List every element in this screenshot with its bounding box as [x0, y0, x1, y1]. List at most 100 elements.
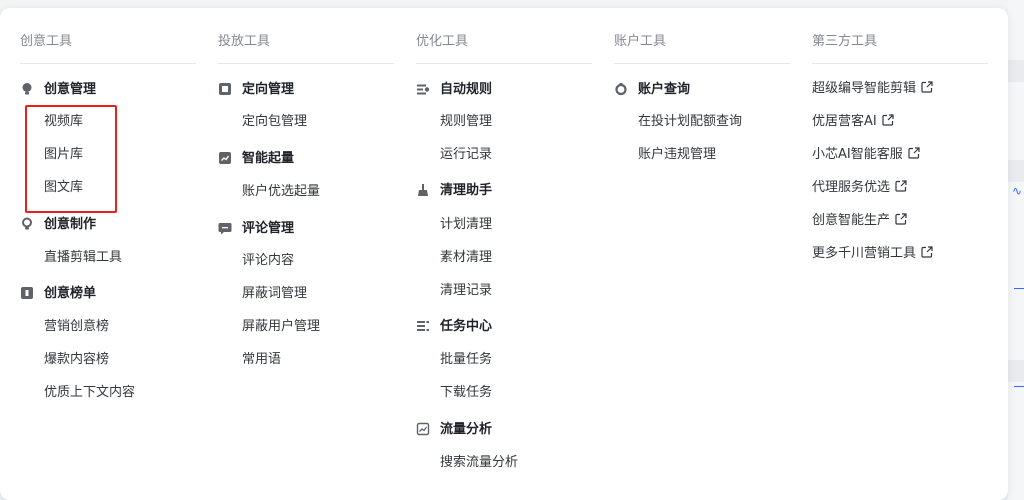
item-label: 计划清理 — [440, 217, 493, 232]
group-label: 创意管理 — [44, 82, 97, 97]
comment-icon — [218, 221, 232, 235]
link-search-traffic-analysis[interactable]: 搜索流量分析 — [440, 453, 518, 473]
item-label: 常用语 — [242, 352, 282, 367]
group-label: 流量分析 — [440, 422, 493, 437]
external-link-icon — [895, 212, 907, 225]
item-label: 直播剪辑工具 — [44, 250, 123, 265]
item-label: 下载任务 — [440, 385, 493, 400]
external-link-icon — [908, 146, 920, 159]
group-label: 任务中心 — [440, 319, 493, 334]
link-plan-cleanup[interactable]: 计划清理 — [440, 215, 492, 235]
item-label: 屏蔽词管理 — [242, 286, 308, 301]
external-link-icon — [921, 80, 933, 93]
group-label: 定向管理 — [242, 82, 295, 97]
link-quality-context-content[interactable]: 优质上下文内容 — [44, 383, 135, 403]
link-active-plan-quota-query[interactable]: 在投计划配额查询 — [638, 112, 742, 132]
group-creative-ranking[interactable]: 创意榜单 — [20, 284, 96, 304]
link-blocked-users-management[interactable]: 屏蔽用户管理 — [242, 317, 320, 337]
group-creative-management[interactable]: 创意管理 — [20, 80, 96, 100]
link-viral-content-ranking[interactable]: 爆款内容榜 — [44, 350, 109, 370]
background-band — [1008, 160, 1024, 182]
link-more-qianchuan-tools[interactable]: 更多千川营销工具 — [812, 244, 933, 264]
link-live-clip-tool[interactable]: 直播剪辑工具 — [44, 248, 122, 268]
link-youju-yingke-ai[interactable]: 优居营客AI — [812, 112, 894, 132]
task-list-icon — [416, 319, 430, 333]
bulb-outline-icon — [20, 217, 34, 231]
item-label: 优质上下文内容 — [44, 385, 136, 400]
column-header: 账户工具 — [614, 34, 790, 64]
external-link-icon — [882, 113, 894, 126]
item-label: 屏蔽用户管理 — [242, 319, 321, 334]
link-batch-tasks[interactable]: 批量任务 — [440, 350, 492, 370]
group-label: 智能起量 — [242, 151, 295, 166]
background-chart-line — [1014, 288, 1024, 289]
item-label: 规则管理 — [440, 114, 493, 129]
group-creative-production[interactable]: 创意制作 — [20, 215, 96, 235]
group-comment-management[interactable]: 评论管理 — [218, 219, 294, 239]
link-creative-smart-production[interactable]: 创意智能生产 — [812, 211, 907, 231]
link-super-director-smart-clip[interactable]: 超级编导智能剪辑 — [812, 79, 933, 99]
background-band — [1008, 60, 1024, 82]
trend-chart-icon — [218, 151, 232, 165]
red-highlight-box — [25, 105, 117, 213]
rule-icon — [416, 82, 430, 96]
group-task-center[interactable]: 任务中心 — [416, 317, 492, 337]
tools-dropdown-panel: 创意工具 创意管理 视频库 图片库 图文库 创意制作 直播剪辑工具 创意榜单 营… — [0, 8, 1008, 500]
link-run-records[interactable]: 运行记录 — [440, 145, 492, 165]
item-label: 优居营客AI — [812, 114, 877, 129]
item-label: 定向包管理 — [242, 114, 308, 129]
group-traffic-analysis[interactable]: 流量分析 — [416, 420, 492, 440]
item-label: 更多千川营销工具 — [812, 246, 917, 261]
item-label: 批量任务 — [440, 352, 493, 367]
group-label: 创意制作 — [44, 217, 97, 232]
group-label: 清理助手 — [440, 183, 493, 198]
account-search-icon — [614, 82, 628, 96]
item-label: 爆款内容榜 — [44, 352, 110, 367]
background-chart-line — [1014, 386, 1024, 387]
group-auto-rules[interactable]: 自动规则 — [416, 80, 492, 100]
external-link-icon — [895, 179, 907, 192]
link-targeting-package-management[interactable]: 定向包管理 — [242, 112, 307, 132]
item-label: 素材清理 — [440, 250, 493, 265]
group-label: 创意榜单 — [44, 286, 97, 301]
group-cleanup-assistant[interactable]: 清理助手 — [416, 181, 492, 201]
link-blocked-words-management[interactable]: 屏蔽词管理 — [242, 284, 307, 304]
link-agency-service-selection[interactable]: 代理服务优选 — [812, 178, 907, 198]
group-label: 账户查询 — [638, 82, 691, 97]
link-account-preferred-boost[interactable]: 账户优选起量 — [242, 182, 320, 202]
link-marketing-creative-ranking[interactable]: 营销创意榜 — [44, 317, 109, 337]
item-label: 代理服务优选 — [812, 180, 891, 195]
link-xiaoxin-ai-service[interactable]: 小芯AI智能客服 — [812, 145, 920, 165]
analytics-icon — [416, 422, 430, 436]
item-label: 账户违规管理 — [638, 147, 717, 162]
item-label: 搜索流量分析 — [440, 455, 519, 470]
link-rule-management[interactable]: 规则管理 — [440, 112, 492, 132]
group-label: 评论管理 — [242, 221, 295, 236]
bulb-icon — [20, 82, 34, 96]
item-label: 创意智能生产 — [812, 213, 891, 228]
column-header: 投放工具 — [218, 34, 394, 64]
link-material-cleanup[interactable]: 素材清理 — [440, 248, 492, 268]
target-package-icon — [218, 82, 232, 96]
link-download-tasks[interactable]: 下载任务 — [440, 383, 492, 403]
item-label: 在投计划配额查询 — [638, 114, 743, 129]
item-label: 超级编导智能剪辑 — [812, 81, 917, 96]
background-band — [1008, 360, 1024, 382]
item-label: 账户优选起量 — [242, 184, 321, 199]
link-account-violation-management[interactable]: 账户违规管理 — [638, 145, 716, 165]
column-header: 优化工具 — [416, 34, 592, 64]
group-account-query[interactable]: 账户查询 — [614, 80, 690, 100]
item-label: 清理记录 — [440, 283, 493, 298]
link-comment-content[interactable]: 评论内容 — [242, 251, 294, 271]
group-targeting-management[interactable]: 定向管理 — [218, 80, 294, 100]
item-label: 营销创意榜 — [44, 319, 110, 334]
link-common-phrases[interactable]: 常用语 — [242, 350, 281, 370]
broom-icon — [416, 183, 430, 197]
item-label: 小芯AI智能客服 — [812, 147, 903, 162]
link-cleanup-records[interactable]: 清理记录 — [440, 281, 492, 301]
external-link-icon — [921, 245, 933, 258]
page-background-right: ∿ — [1008, 0, 1024, 500]
column-header: 第三方工具 — [812, 34, 988, 64]
group-label: 自动规则 — [440, 82, 493, 97]
group-smart-boost[interactable]: 智能起量 — [218, 149, 294, 169]
